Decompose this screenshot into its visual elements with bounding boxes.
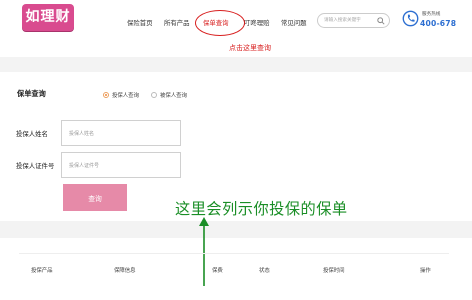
background-band — [0, 57, 472, 72]
table-col-action: 操作 — [420, 268, 431, 274]
logo-text: 如理财 — [25, 9, 71, 25]
policy-table-header: 投保产品 保障信息 保费 状态 投保时间 操作 — [19, 253, 449, 281]
name-field-label: 投保人姓名 — [16, 130, 48, 138]
nav-item-claims[interactable]: 叮咚理赔 — [244, 18, 270, 27]
name-field[interactable]: 投保人姓名 — [61, 120, 181, 146]
table-col-product: 投保产品 — [31, 268, 53, 274]
name-field-placeholder: 投保人姓名 — [69, 131, 95, 137]
id-field-placeholder: 投保人证件号 — [69, 163, 100, 169]
nav-item-faq[interactable]: 常见问题 — [281, 18, 307, 27]
phone-icon — [402, 10, 419, 27]
id-number-field[interactable]: 投保人证件号 — [61, 152, 181, 178]
table-col-status: 状态 — [259, 268, 270, 274]
search-placeholder: 请输入搜索关键字 — [324, 18, 361, 23]
brand-logo[interactable]: 如理财 — [22, 4, 74, 31]
table-col-premium: 保费 — [212, 268, 223, 274]
nav-item-home[interactable]: 保险首页 — [127, 18, 153, 27]
background-band-lower — [0, 221, 472, 238]
radio-label-policyholder[interactable]: 投保人查询 — [112, 91, 139, 99]
search-icon[interactable] — [377, 17, 385, 25]
annotation-click-here: 点击这里查询 — [229, 44, 271, 52]
page: 如理财 保险首页 所有产品 保单查询 叮咚理赔 常见问题 请输入搜索关键字 服务… — [0, 0, 472, 300]
section-title: 保单查询 — [17, 89, 46, 98]
hotline-label: 服务热线 — [422, 12, 441, 17]
radio-policyholder[interactable] — [103, 92, 109, 98]
radio-insured[interactable] — [151, 92, 157, 98]
query-button[interactable]: 查询 — [63, 184, 127, 211]
nav-item-products[interactable]: 所有产品 — [164, 18, 190, 27]
id-field-label: 投保人证件号 — [16, 162, 55, 170]
radio-label-insured[interactable]: 被保人查询 — [160, 91, 187, 99]
table-col-time: 投保时间 — [323, 268, 345, 274]
table-col-coverage: 保障信息 — [114, 268, 136, 274]
annotation-ellipse — [195, 10, 245, 36]
search-input[interactable]: 请输入搜索关键字 — [317, 13, 390, 28]
hotline-number: 400-678 — [420, 19, 457, 28]
